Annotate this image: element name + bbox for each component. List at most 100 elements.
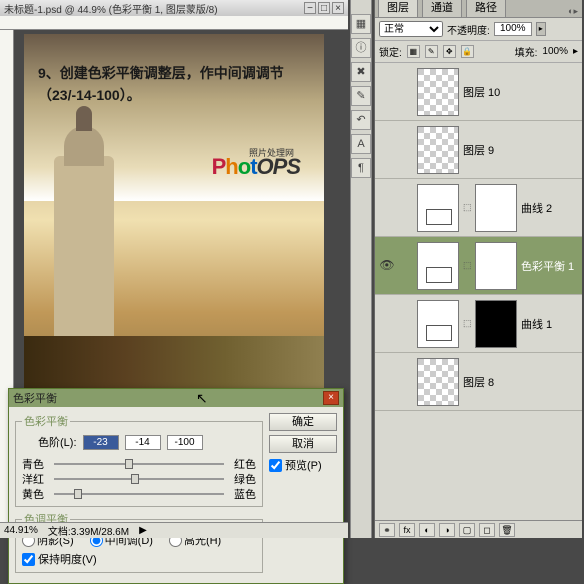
layer-name[interactable]: 曲线 2 xyxy=(521,200,578,216)
panel-footer: ⚭ fx ◐ ◑ ▢ ◻ 🗑 xyxy=(375,520,582,538)
info-icon[interactable]: ⓘ xyxy=(351,38,371,58)
dialog-title: 色彩平衡 xyxy=(13,390,323,406)
layer-name[interactable]: 图层 8 xyxy=(463,374,578,390)
chain-icon[interactable]: ⬚ xyxy=(463,318,471,329)
fill-field[interactable]: 100% xyxy=(542,46,568,57)
tone-balance-group: 色调平衡 阴影(S) 中间调(D) 高光(H) 保持明度(V) xyxy=(15,511,263,573)
opacity-label: 不透明度: xyxy=(447,22,490,37)
layer-row[interactable]: 👁 ⬚ 色彩平衡 1 xyxy=(375,237,582,295)
document-titlebar: 未标题-1.psd @ 44.9% (色彩平衡 1, 图层蒙版/8) − □ × xyxy=(0,0,348,16)
layer-thumb[interactable] xyxy=(417,126,459,174)
visibility-icon[interactable] xyxy=(379,374,395,390)
layer-name[interactable]: 色彩平衡 1 xyxy=(521,258,578,274)
dialog-close-button[interactable]: × xyxy=(323,391,339,405)
lock-trans-icon[interactable]: ▦ xyxy=(407,45,420,58)
yellow-blue-slider[interactable] xyxy=(54,493,224,495)
panel-tabs: 图层 通道 路径 ◐▸ xyxy=(375,0,582,18)
status-bar: 44.91% 文档:3.39M/28.6M ▶ xyxy=(0,522,348,538)
layer-thumb[interactable] xyxy=(417,68,459,116)
green-label: 绿色 xyxy=(228,471,256,487)
fill-label: 填充: xyxy=(515,44,538,59)
visibility-icon[interactable] xyxy=(379,200,395,216)
red-label: 红色 xyxy=(228,456,256,472)
layer-row[interactable]: 图层 9 xyxy=(375,121,582,179)
mask-thumb[interactable] xyxy=(475,184,517,232)
layer-row[interactable]: ⬚ 曲线 1 xyxy=(375,295,582,353)
layer-name[interactable]: 曲线 1 xyxy=(521,316,578,332)
lock-all-icon[interactable]: 🔒 xyxy=(461,45,474,58)
mask-thumb[interactable] xyxy=(475,242,517,290)
visibility-icon[interactable] xyxy=(379,316,395,332)
visibility-icon[interactable] xyxy=(379,84,395,100)
layers-panel: 图层 通道 路径 ◐▸ 正常 不透明度: 100% ▸ 锁定: ▦ ✎ ✥ 🔒 … xyxy=(374,0,582,538)
cancel-button[interactable]: 取消 xyxy=(269,435,337,453)
level-input-3[interactable] xyxy=(167,435,203,450)
vertical-toolbar: ▦ ⓘ ✖ ✎ ↶ A ¶ xyxy=(350,0,372,538)
blend-row: 正常 不透明度: 100% ▸ xyxy=(375,18,582,41)
paragraph-icon[interactable]: ¶ xyxy=(351,158,371,178)
mask-thumb[interactable] xyxy=(475,300,517,348)
tab-channels[interactable]: 通道 xyxy=(422,0,462,17)
folder-icon[interactable]: ▢ xyxy=(459,523,475,537)
adjustment-thumb[interactable] xyxy=(417,242,459,290)
preview-checkbox[interactable]: 预览(P) xyxy=(269,457,337,473)
level-input-1[interactable] xyxy=(83,435,119,450)
ok-button[interactable]: 确定 xyxy=(269,413,337,431)
layer-thumb[interactable] xyxy=(417,358,459,406)
tool-icon[interactable]: ✖ xyxy=(351,62,371,82)
fx-icon[interactable]: fx xyxy=(399,523,415,537)
zoom-level[interactable]: 44.91% xyxy=(4,525,38,536)
color-balance-dialog: 色彩平衡 × 色彩平衡 色阶(L): 青色 红色 洋红 xyxy=(8,388,344,584)
layer-row[interactable]: 图层 10 xyxy=(375,63,582,121)
magenta-green-slider[interactable] xyxy=(54,478,224,480)
visibility-icon[interactable] xyxy=(379,142,395,158)
yellow-label: 黄色 xyxy=(22,486,50,502)
trash-icon[interactable]: 🗑 xyxy=(499,523,515,537)
text-icon[interactable]: A xyxy=(351,134,371,154)
panel-menu-icon[interactable]: ◐▸ xyxy=(568,6,578,17)
nav-icon[interactable]: ▦ xyxy=(351,14,371,34)
blend-mode-select[interactable]: 正常 xyxy=(379,21,443,37)
layer-name[interactable]: 图层 9 xyxy=(463,142,578,158)
lock-move-icon[interactable]: ✥ xyxy=(443,45,456,58)
opacity-field[interactable]: 100% xyxy=(494,22,532,36)
layers-list: 图层 10 图层 9 ⬚ 曲线 2 👁 ⬚ 色彩平衡 1 ⬚ 曲线 1 图层 8 xyxy=(375,63,582,520)
color-balance-group: 色彩平衡 色阶(L): 青色 红色 洋红 绿色 xyxy=(15,413,263,507)
tab-layers[interactable]: 图层 xyxy=(378,0,418,17)
tab-paths[interactable]: 路径 xyxy=(466,0,506,17)
magenta-label: 洋红 xyxy=(22,471,50,487)
chain-icon[interactable]: ⬚ xyxy=(463,202,471,213)
mask-icon[interactable]: ◐ xyxy=(419,523,435,537)
doc-info: 文档:3.39M/28.6M xyxy=(48,523,129,538)
opacity-arrow-icon[interactable]: ▸ xyxy=(536,22,546,36)
adjustment-thumb[interactable] xyxy=(417,184,459,232)
new-layer-icon[interactable]: ◻ xyxy=(479,523,495,537)
layer-name[interactable]: 图层 10 xyxy=(463,84,578,100)
level-input-2[interactable] xyxy=(125,435,161,450)
cyan-red-slider[interactable] xyxy=(54,463,224,465)
preserve-luminosity-checkbox[interactable]: 保持明度(V) xyxy=(22,551,256,567)
close-button[interactable]: × xyxy=(332,2,344,14)
dialog-titlebar[interactable]: 色彩平衡 × xyxy=(9,389,343,407)
chain-icon[interactable]: ⬚ xyxy=(463,260,471,271)
layer-row[interactable]: 图层 8 xyxy=(375,353,582,411)
fill-arrow-icon[interactable]: ▸ xyxy=(573,46,578,57)
group-legend: 色彩平衡 xyxy=(22,413,70,429)
tutorial-text: 9、创建色彩平衡调整层，作中间调调节（23/-14-100）。 xyxy=(38,62,310,107)
layer-row[interactable]: ⬚ 曲线 2 xyxy=(375,179,582,237)
visibility-icon[interactable]: 👁 xyxy=(379,258,395,274)
photops-logo: PhotOPS xyxy=(212,154,300,180)
link-layers-icon[interactable]: ⚭ xyxy=(379,523,395,537)
brush-icon[interactable]: ✎ xyxy=(351,86,371,106)
maximize-button[interactable]: □ xyxy=(318,2,330,14)
adjustment-thumb[interactable] xyxy=(417,300,459,348)
minimize-button[interactable]: − xyxy=(304,2,316,14)
ruler-horizontal[interactable] xyxy=(0,16,348,30)
adjustment-icon[interactable]: ◑ xyxy=(439,523,455,537)
history-icon[interactable]: ↶ xyxy=(351,110,371,130)
lock-paint-icon[interactable]: ✎ xyxy=(425,45,438,58)
canvas-image: 9、创建色彩平衡调整层，作中间调调节（23/-14-100）。 照片处理网 Ph… xyxy=(24,34,324,406)
lock-label: 锁定: xyxy=(379,44,402,59)
blue-label: 蓝色 xyxy=(228,486,256,502)
document-title: 未标题-1.psd @ 44.9% (色彩平衡 1, 图层蒙版/8) xyxy=(4,1,302,16)
